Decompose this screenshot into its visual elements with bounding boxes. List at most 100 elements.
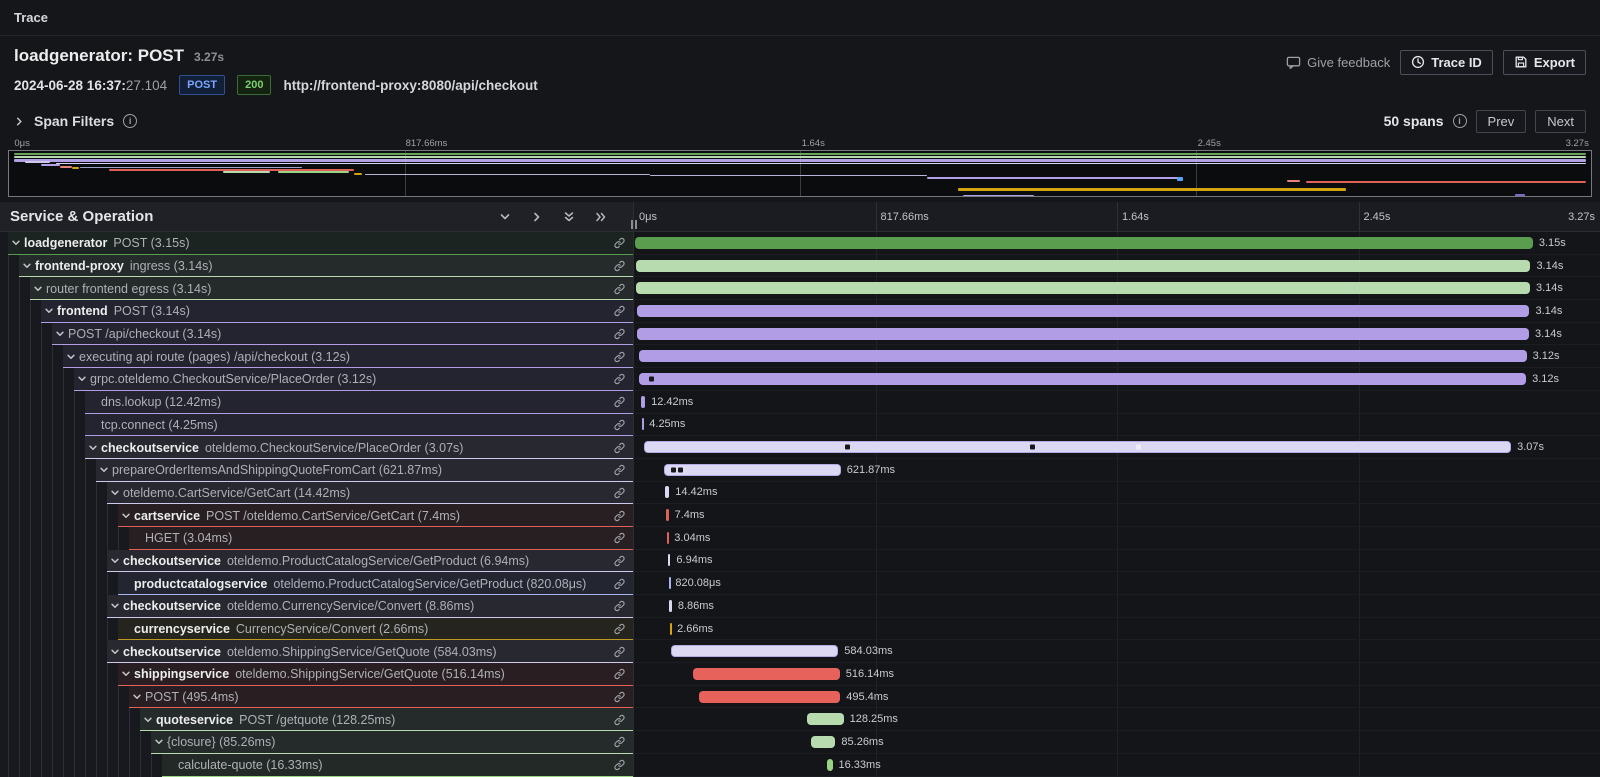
span-bar[interactable]: [666, 509, 668, 521]
span-timeline-cell[interactable]: 3.12s: [634, 345, 1600, 368]
span-name-cell[interactable]: POST /api/checkout (3.14s): [0, 323, 634, 346]
span-name-cell[interactable]: checkoutservice oteldemo.CurrencyService…: [0, 595, 634, 618]
chevron-down-icon[interactable]: [499, 211, 511, 223]
chevron-down-icon[interactable]: [8, 238, 24, 248]
span-name-cell[interactable]: quoteservice POST /getquote (128.25ms): [0, 708, 634, 731]
span-bar[interactable]: [639, 350, 1527, 362]
span-bar[interactable]: [811, 736, 835, 748]
span-name-cell[interactable]: shippingservice oteldemo.ShippingService…: [0, 663, 634, 686]
span-row[interactable]: {closure} (85.26ms) 85.26ms: [0, 731, 1600, 754]
chevron-down-icon[interactable]: [85, 443, 101, 453]
span-bar[interactable]: [664, 464, 841, 476]
span-bar[interactable]: [670, 623, 672, 635]
span-timeline-cell[interactable]: 3.14s: [634, 300, 1600, 323]
expand-all-icon[interactable]: [595, 211, 607, 223]
span-name-cell[interactable]: tcp.connect (4.25ms): [0, 414, 634, 437]
link-icon[interactable]: [613, 759, 626, 772]
link-icon[interactable]: [613, 350, 626, 363]
span-timeline-cell[interactable]: 584.03ms: [634, 640, 1600, 663]
span-row[interactable]: shippingservice oteldemo.ShippingService…: [0, 663, 1600, 686]
span-name-cell[interactable]: productcatalogservice oteldemo.ProductCa…: [0, 572, 634, 595]
span-timeline-cell[interactable]: 7.4ms: [634, 504, 1600, 527]
span-row[interactable]: tcp.connect (4.25ms) 4.25ms: [0, 414, 1600, 437]
span-row[interactable]: oteldemo.CartService/GetCart (14.42ms) 1…: [0, 482, 1600, 505]
chevron-down-icon[interactable]: [118, 511, 134, 521]
span-filters-toggle[interactable]: Span Filters i: [14, 113, 137, 129]
link-icon[interactable]: [613, 645, 626, 658]
span-bar[interactable]: [642, 418, 644, 430]
trace-id-button[interactable]: Trace ID: [1400, 50, 1493, 75]
span-name-cell[interactable]: HGET (3.04ms): [0, 527, 634, 550]
info-icon[interactable]: i: [123, 114, 137, 128]
link-icon[interactable]: [613, 260, 626, 273]
chevron-down-icon[interactable]: [74, 374, 90, 384]
span-name-cell[interactable]: POST (495.4ms): [0, 686, 634, 709]
span-bar[interactable]: [637, 305, 1530, 317]
span-name-cell[interactable]: grpc.oteldemo.CheckoutService/PlaceOrder…: [0, 368, 634, 391]
chevron-down-icon[interactable]: [151, 737, 167, 747]
span-timeline-cell[interactable]: 516.14ms: [634, 663, 1600, 686]
export-button[interactable]: Export: [1503, 50, 1586, 75]
span-bar[interactable]: [665, 486, 669, 498]
span-row[interactable]: frontend-proxy ingress (3.14s) 3.14s: [0, 255, 1600, 278]
span-row[interactable]: checkoutservice oteldemo.CheckoutService…: [0, 436, 1600, 459]
span-name-cell[interactable]: checkoutservice oteldemo.ProductCatalogS…: [0, 550, 634, 573]
chevron-down-icon[interactable]: [140, 715, 156, 725]
span-timeline-cell[interactable]: 4.25ms: [634, 414, 1600, 437]
link-icon[interactable]: [613, 668, 626, 681]
span-bar[interactable]: [635, 237, 1532, 249]
chevron-down-icon[interactable]: [96, 465, 112, 475]
span-timeline-cell[interactable]: 820.08μs: [634, 572, 1600, 595]
chevron-down-icon[interactable]: [107, 488, 123, 498]
span-bar[interactable]: [639, 373, 1526, 385]
link-icon[interactable]: [613, 623, 626, 636]
span-bar[interactable]: [669, 577, 671, 589]
span-timeline-cell[interactable]: 495.4ms: [634, 686, 1600, 709]
span-row[interactable]: POST (495.4ms) 495.4ms: [0, 686, 1600, 709]
span-bar[interactable]: [668, 554, 670, 566]
span-timeline-cell[interactable]: 12.42ms: [634, 391, 1600, 414]
chevron-down-icon[interactable]: [107, 556, 123, 566]
link-icon[interactable]: [613, 237, 626, 250]
span-timeline-cell[interactable]: 8.86ms: [634, 595, 1600, 618]
span-bar[interactable]: [641, 396, 645, 408]
span-row[interactable]: grpc.oteldemo.CheckoutService/PlaceOrder…: [0, 368, 1600, 391]
span-row[interactable]: checkoutservice oteldemo.ShippingService…: [0, 640, 1600, 663]
span-row[interactable]: dns.lookup (12.42ms) 12.42ms: [0, 391, 1600, 414]
span-timeline-cell[interactable]: 3.04ms: [634, 527, 1600, 550]
span-timeline-cell[interactable]: 3.15s: [634, 232, 1600, 255]
info-icon[interactable]: i: [1453, 114, 1467, 128]
link-icon[interactable]: [613, 328, 626, 341]
span-timeline-cell[interactable]: 128.25ms: [634, 708, 1600, 731]
span-row[interactable]: frontend POST (3.14s) 3.14s: [0, 300, 1600, 323]
link-icon[interactable]: [613, 736, 626, 749]
link-icon[interactable]: [613, 305, 626, 318]
span-timeline-cell[interactable]: 85.26ms: [634, 731, 1600, 754]
span-timeline-cell[interactable]: 16.33ms: [634, 754, 1600, 777]
collapse-all-icon[interactable]: [563, 211, 575, 223]
span-timeline-cell[interactable]: 3.14s: [634, 255, 1600, 278]
span-bar[interactable]: [807, 713, 844, 725]
link-icon[interactable]: [613, 282, 626, 295]
span-bar[interactable]: [699, 691, 840, 703]
link-icon[interactable]: [613, 486, 626, 499]
link-icon[interactable]: [613, 373, 626, 386]
link-icon[interactable]: [613, 509, 626, 522]
chevron-down-icon[interactable]: [63, 352, 79, 362]
minimap-viewport[interactable]: [8, 150, 1592, 197]
link-icon[interactable]: [613, 441, 626, 454]
span-name-cell[interactable]: currencyservice CurrencyService/Convert …: [0, 618, 634, 641]
span-name-cell[interactable]: checkoutservice oteldemo.CheckoutService…: [0, 436, 634, 459]
chevron-down-icon[interactable]: [107, 647, 123, 657]
span-bar[interactable]: [693, 668, 840, 680]
link-icon[interactable]: [613, 418, 626, 431]
span-timeline-cell[interactable]: 14.42ms: [634, 482, 1600, 505]
span-bar[interactable]: [667, 532, 669, 544]
span-row[interactable]: prepareOrderItemsAndShippingQuoteFromCar…: [0, 459, 1600, 482]
span-timeline-cell[interactable]: 6.94ms: [634, 550, 1600, 573]
link-icon[interactable]: [613, 464, 626, 477]
chevron-down-icon[interactable]: [107, 601, 123, 611]
span-row[interactable]: calculate-quote (16.33ms) 16.33ms: [0, 754, 1600, 777]
span-timeline-cell[interactable]: 3.07s: [634, 436, 1600, 459]
span-name-cell[interactable]: oteldemo.CartService/GetCart (14.42ms): [0, 482, 634, 505]
